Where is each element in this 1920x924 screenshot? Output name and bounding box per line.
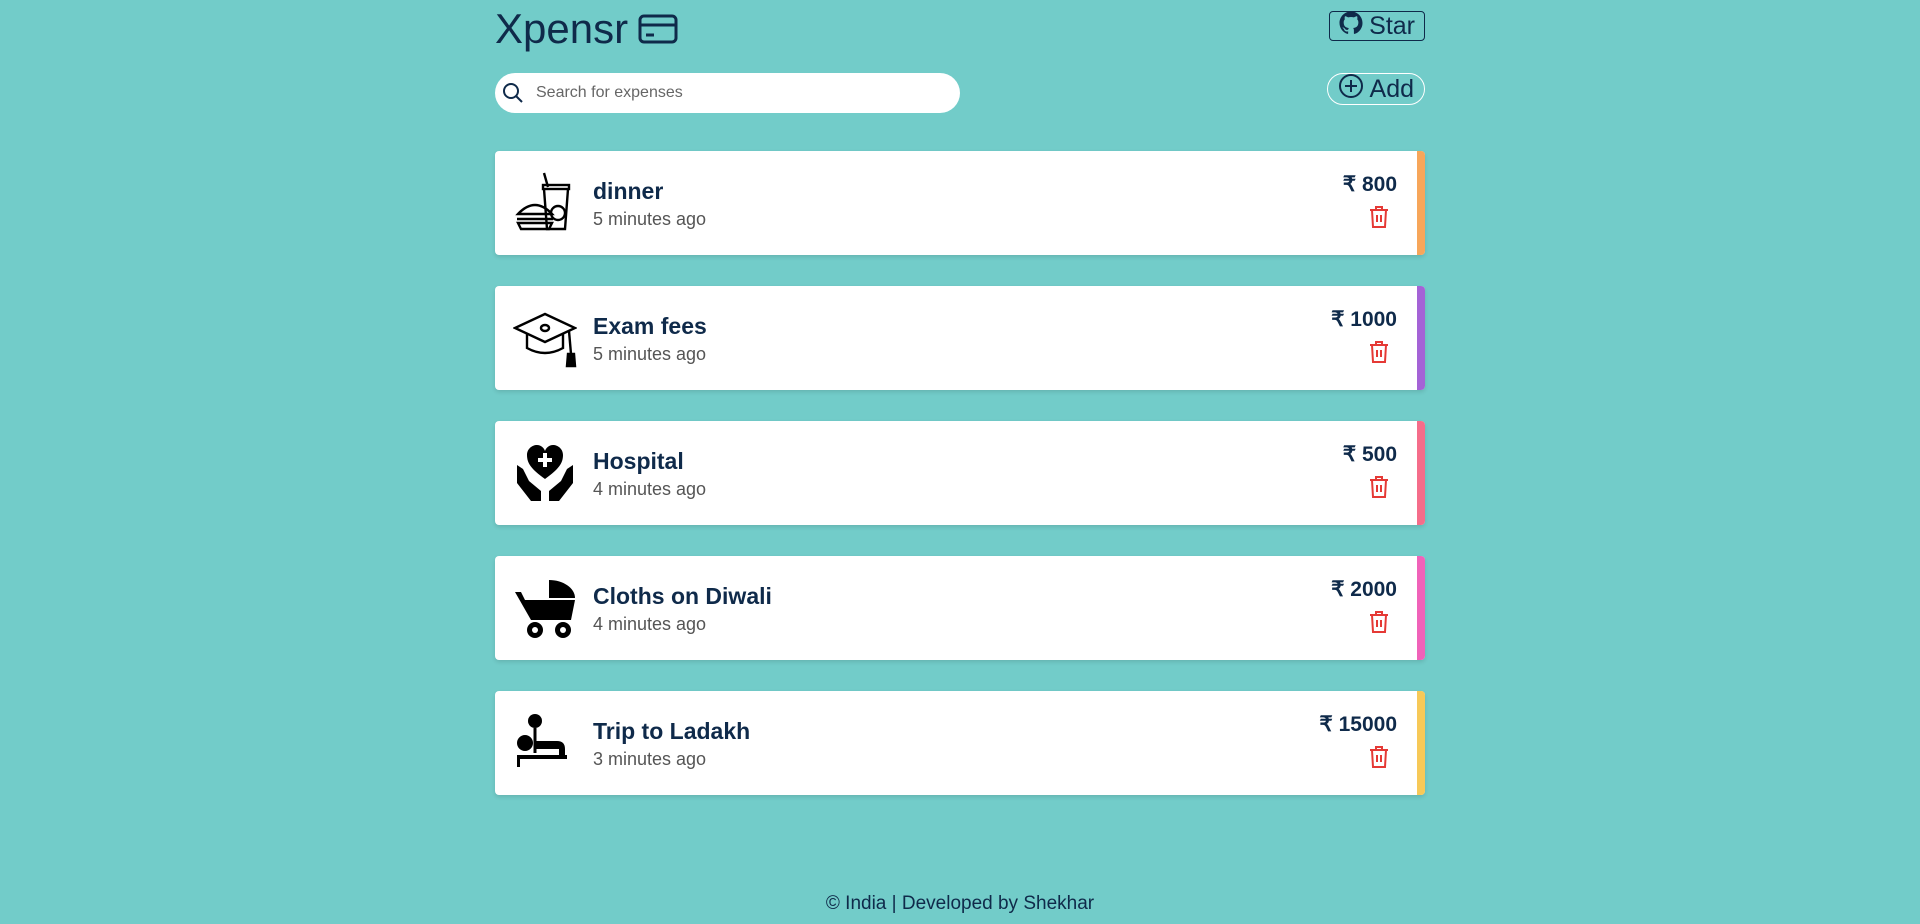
- app-title: Xpensr: [495, 5, 629, 52]
- footer: © India | Developed by Shekhar: [825, 893, 1095, 914]
- app-container: Xpensr Star Search for expenses Add dinn…: [495, 0, 1425, 795]
- category-color-stripe: [1417, 151, 1425, 255]
- category-color-stripe: [1417, 286, 1425, 390]
- search-input[interactable]: [534, 83, 918, 103]
- category-color-stripe: [1417, 556, 1425, 660]
- expense-time: 4 minutes ago: [593, 614, 707, 634]
- expense-title: dinner: [593, 178, 664, 204]
- star-label: Star: [1369, 11, 1415, 40]
- expense-time: 5 minutes ago: [593, 209, 707, 229]
- expense-amount: ₹ 1000: [1331, 308, 1397, 331]
- expense-card[interactable]: dinner 5 minutes ago ₹ 800: [495, 151, 1425, 255]
- expense-amount: ₹ 15000: [1319, 713, 1397, 736]
- logo[interactable]: Xpensr: [495, 5, 678, 53]
- expense-time: 5 minutes ago: [593, 344, 707, 364]
- delete-icon[interactable]: [1369, 745, 1389, 774]
- expense-card[interactable]: Trip to Ladakh 3 minutes ago ₹ 15000: [495, 691, 1425, 795]
- plus-circle-icon: [1338, 73, 1364, 106]
- credit-card-icon: [638, 14, 678, 44]
- expense-amount: ₹ 500: [1342, 443, 1397, 466]
- delete-icon[interactable]: [1369, 205, 1389, 234]
- expense-list: dinner 5 minutes ago ₹ 800 Exam fees 5 m…: [495, 151, 1425, 826]
- expense-time: 4 minutes ago: [593, 479, 707, 499]
- expense-amount: ₹ 800: [1342, 173, 1397, 196]
- expense-title: Trip to Ladakh: [593, 718, 751, 744]
- search-bar[interactable]: [495, 73, 960, 113]
- github-icon: [1339, 11, 1363, 42]
- healthcare-hands-icon: [513, 441, 577, 505]
- category-color-stripe: [1417, 691, 1425, 795]
- delete-icon[interactable]: [1369, 340, 1389, 369]
- toolbar: Add: [495, 73, 1425, 133]
- expense-card[interactable]: Cloths on Diwali 4 minutes ago ₹ 2000: [495, 556, 1425, 660]
- expense-title: Cloths on Diwali: [593, 583, 772, 609]
- github-star-button[interactable]: Star: [1329, 11, 1425, 41]
- search-icon: [502, 82, 524, 104]
- expense-card[interactable]: Exam fees 5 minutes ago ₹ 1000: [495, 286, 1425, 390]
- expense-amount: ₹ 2000: [1331, 578, 1397, 601]
- header: Xpensr Star: [495, 0, 1425, 60]
- exercise-icon: [513, 711, 577, 775]
- delete-icon[interactable]: [1369, 475, 1389, 504]
- expense-card[interactable]: Hospital 4 minutes ago ₹ 500: [495, 421, 1425, 525]
- food-drink-icon: [513, 171, 577, 235]
- expense-time: 3 minutes ago: [593, 749, 707, 769]
- baby-stroller-icon: [513, 576, 577, 640]
- add-expense-button[interactable]: Add: [1326, 73, 1425, 106]
- add-label: Add: [1369, 74, 1414, 103]
- graduation-cap-icon: [512, 306, 578, 370]
- category-color-stripe: [1417, 421, 1425, 525]
- expense-title: Hospital: [593, 448, 684, 474]
- expense-title: Exam fees: [593, 313, 707, 339]
- delete-icon[interactable]: [1369, 610, 1389, 639]
